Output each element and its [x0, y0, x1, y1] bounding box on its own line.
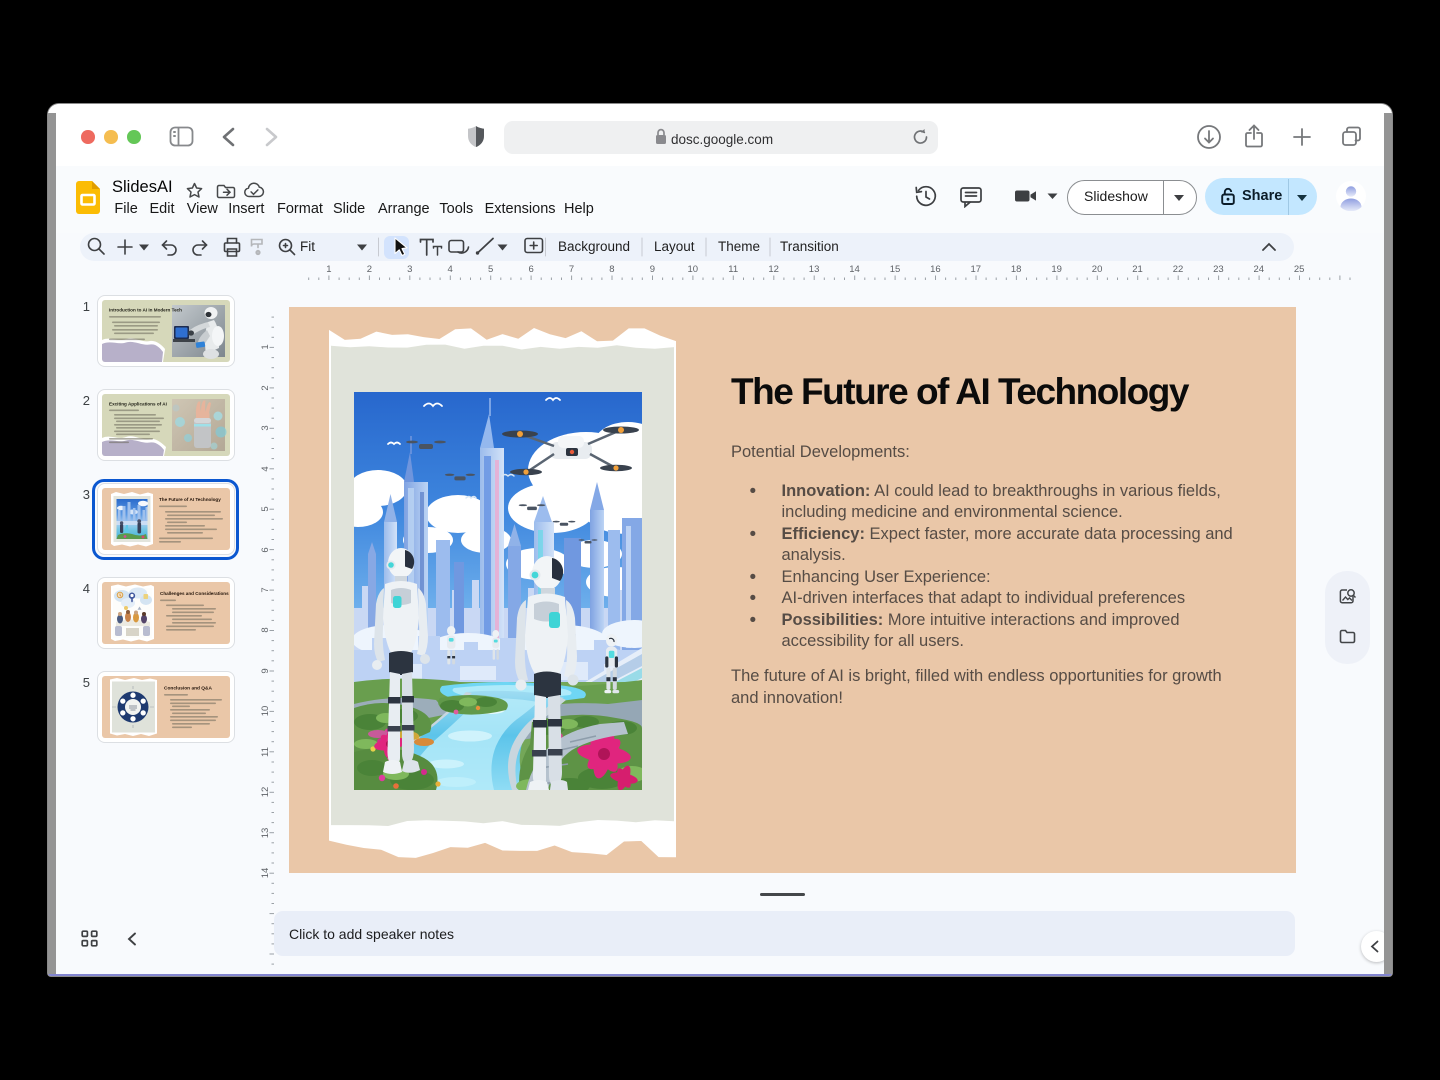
svg-text:Conclusion and Q&A: Conclusion and Q&A	[164, 686, 213, 692]
svg-text:Exciting Applications of AI: Exciting Applications of AI	[109, 402, 167, 407]
svg-text:Challenges and Considerations: Challenges and Considerations	[160, 591, 229, 596]
svg-text:Introduction to AI in Modern T: Introduction to AI in Modern Tech	[109, 308, 182, 313]
svg-text:The Future of AI Technology: The Future of AI Technology	[159, 497, 221, 502]
